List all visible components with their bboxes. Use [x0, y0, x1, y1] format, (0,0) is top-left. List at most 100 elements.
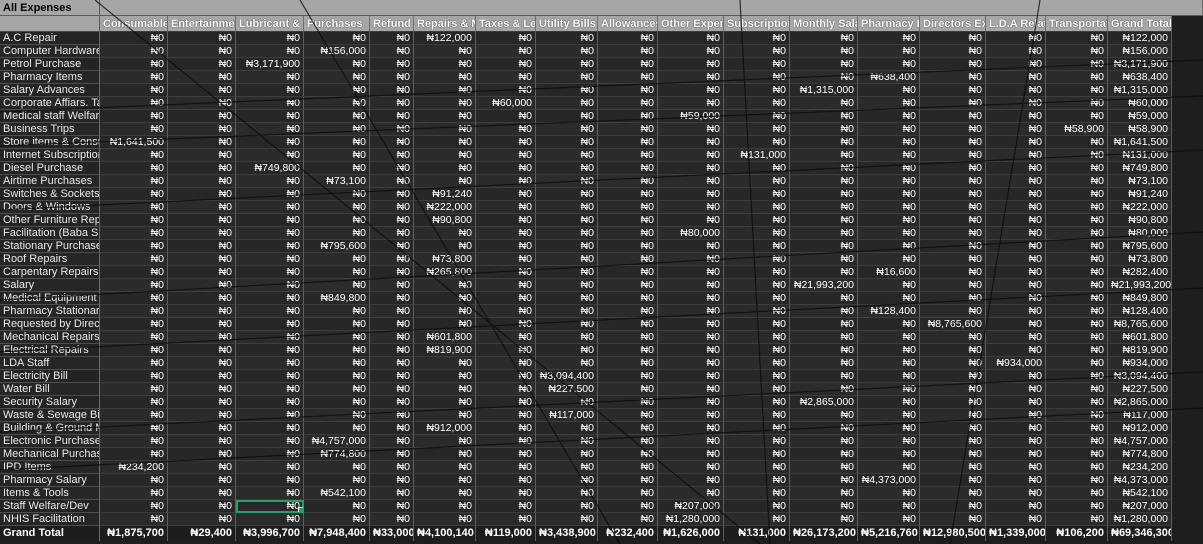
data-cell[interactable]: ₦8,765,600 — [1108, 318, 1172, 331]
data-cell[interactable]: ₦795,600 — [304, 240, 370, 253]
data-cell[interactable]: ₦0 — [304, 97, 370, 110]
data-cell[interactable]: ₦131,000 — [1108, 149, 1172, 162]
data-cell[interactable]: ₦0 — [858, 253, 920, 266]
column-header-13[interactable]: Directors Expens — [920, 16, 986, 32]
data-cell[interactable]: ₦0 — [598, 318, 658, 331]
data-cell[interactable]: ₦0 — [304, 331, 370, 344]
data-cell[interactable]: ₦0 — [1046, 357, 1108, 370]
data-cell[interactable]: ₦0 — [790, 344, 858, 357]
data-cell[interactable]: ₦0 — [858, 279, 920, 292]
data-cell[interactable]: ₦0 — [536, 97, 598, 110]
data-cell[interactable]: ₦0 — [1046, 253, 1108, 266]
data-cell[interactable]: ₦0 — [986, 136, 1046, 149]
data-cell[interactable]: ₦0 — [1046, 279, 1108, 292]
data-cell[interactable]: ₦0 — [236, 84, 304, 97]
data-cell[interactable]: ₦0 — [236, 279, 304, 292]
data-cell[interactable]: ₦0 — [236, 45, 304, 58]
data-cell[interactable]: ₦0 — [536, 396, 598, 409]
data-cell[interactable]: ₦0 — [100, 240, 168, 253]
data-cell[interactable]: ₦0 — [724, 45, 790, 58]
data-cell[interactable]: ₦0 — [724, 500, 790, 513]
data-cell[interactable]: ₦0 — [100, 227, 168, 240]
data-cell[interactable]: ₦0 — [100, 487, 168, 500]
data-cell[interactable]: ₦0 — [598, 201, 658, 214]
data-cell[interactable]: ₦0 — [790, 123, 858, 136]
data-cell[interactable]: ₦0 — [986, 149, 1046, 162]
data-cell[interactable]: ₦0 — [476, 487, 536, 500]
data-cell[interactable]: ₦0 — [100, 279, 168, 292]
data-cell[interactable]: ₦0 — [920, 513, 986, 526]
data-cell[interactable]: ₦117,000 — [536, 409, 598, 422]
data-cell[interactable]: ₦0 — [790, 227, 858, 240]
data-cell[interactable]: ₦234,200 — [1108, 461, 1172, 474]
data-cell[interactable]: ₦0 — [536, 422, 598, 435]
data-cell[interactable]: ₦0 — [1046, 136, 1108, 149]
data-cell[interactable]: ₦73,100 — [1108, 175, 1172, 188]
column-header-12[interactable]: Pharmacy Re — [858, 16, 920, 32]
grand-total-cell[interactable]: ₦26,173,200 — [790, 526, 858, 541]
data-cell[interactable]: ₦0 — [986, 253, 1046, 266]
data-cell[interactable]: ₦282,400 — [1108, 266, 1172, 279]
data-cell[interactable]: ₦0 — [168, 162, 236, 175]
data-cell[interactable]: ₦0 — [790, 448, 858, 461]
data-cell[interactable]: ₦0 — [476, 305, 536, 318]
data-cell[interactable]: ₦0 — [476, 136, 536, 149]
data-cell[interactable]: ₦0 — [370, 201, 414, 214]
data-cell[interactable]: ₦0 — [236, 461, 304, 474]
data-cell[interactable]: ₦0 — [724, 123, 790, 136]
column-header-8[interactable]: Allowances — [598, 16, 658, 32]
data-cell[interactable]: ₦0 — [658, 422, 724, 435]
data-cell[interactable]: ₦0 — [790, 383, 858, 396]
data-cell[interactable]: ₦0 — [370, 500, 414, 513]
row-header[interactable]: Internet Subscription — [0, 149, 100, 162]
data-cell[interactable]: ₦0 — [536, 344, 598, 357]
data-cell[interactable]: ₦0 — [920, 45, 986, 58]
data-cell[interactable]: ₦0 — [168, 240, 236, 253]
row-header[interactable]: Mechanical Repairs — [0, 331, 100, 344]
data-cell[interactable]: ₦849,800 — [304, 292, 370, 305]
data-cell[interactable]: ₦0 — [536, 487, 598, 500]
data-cell[interactable]: ₦0 — [724, 71, 790, 84]
data-cell[interactable]: ₦0 — [100, 344, 168, 357]
data-cell[interactable]: ₦0 — [1046, 266, 1108, 279]
data-cell[interactable]: ₦819,900 — [1108, 344, 1172, 357]
data-cell[interactable]: ₦0 — [790, 32, 858, 45]
data-cell[interactable]: ₦0 — [858, 97, 920, 110]
data-cell[interactable]: ₦0 — [790, 422, 858, 435]
data-cell[interactable]: ₦0 — [304, 513, 370, 526]
data-cell[interactable]: ₦0 — [986, 110, 1046, 123]
grand-total-cell[interactable]: ₦1,626,000 — [658, 526, 724, 541]
data-cell[interactable]: ₦0 — [304, 396, 370, 409]
data-cell[interactable]: ₦0 — [304, 32, 370, 45]
data-cell[interactable]: ₦0 — [414, 513, 476, 526]
data-cell[interactable]: ₦0 — [724, 214, 790, 227]
data-cell[interactable]: ₦0 — [370, 435, 414, 448]
data-cell[interactable]: ₦0 — [920, 357, 986, 370]
data-cell[interactable]: ₦0 — [986, 201, 1046, 214]
data-cell[interactable]: ₦0 — [598, 279, 658, 292]
data-cell[interactable]: ₦0 — [168, 331, 236, 344]
data-cell[interactable]: ₦0 — [168, 110, 236, 123]
data-cell[interactable]: ₦0 — [476, 448, 536, 461]
row-header[interactable]: LDA Staff — [0, 357, 100, 370]
data-cell[interactable]: ₦0 — [304, 71, 370, 84]
data-cell[interactable]: ₦0 — [858, 227, 920, 240]
data-cell[interactable]: ₦0 — [920, 201, 986, 214]
data-cell[interactable]: ₦0 — [476, 162, 536, 175]
data-cell[interactable]: ₦0 — [536, 305, 598, 318]
data-cell[interactable]: ₦0 — [598, 175, 658, 188]
data-cell[interactable]: ₦80,000 — [1108, 227, 1172, 240]
data-cell[interactable]: ₦0 — [598, 370, 658, 383]
data-cell[interactable]: ₦0 — [100, 214, 168, 227]
data-cell[interactable]: ₦0 — [236, 123, 304, 136]
data-cell[interactable]: ₦0 — [986, 32, 1046, 45]
data-cell[interactable]: ₦0 — [1046, 97, 1108, 110]
row-header[interactable]: Switches & Sockets — [0, 188, 100, 201]
data-cell[interactable]: ₦0 — [168, 58, 236, 71]
data-cell[interactable]: ₦0 — [790, 370, 858, 383]
data-cell[interactable]: ₦0 — [986, 396, 1046, 409]
data-cell[interactable]: ₦0 — [986, 123, 1046, 136]
data-cell[interactable]: ₦0 — [476, 409, 536, 422]
data-cell[interactable]: ₦0 — [920, 474, 986, 487]
data-cell[interactable]: ₦0 — [598, 97, 658, 110]
